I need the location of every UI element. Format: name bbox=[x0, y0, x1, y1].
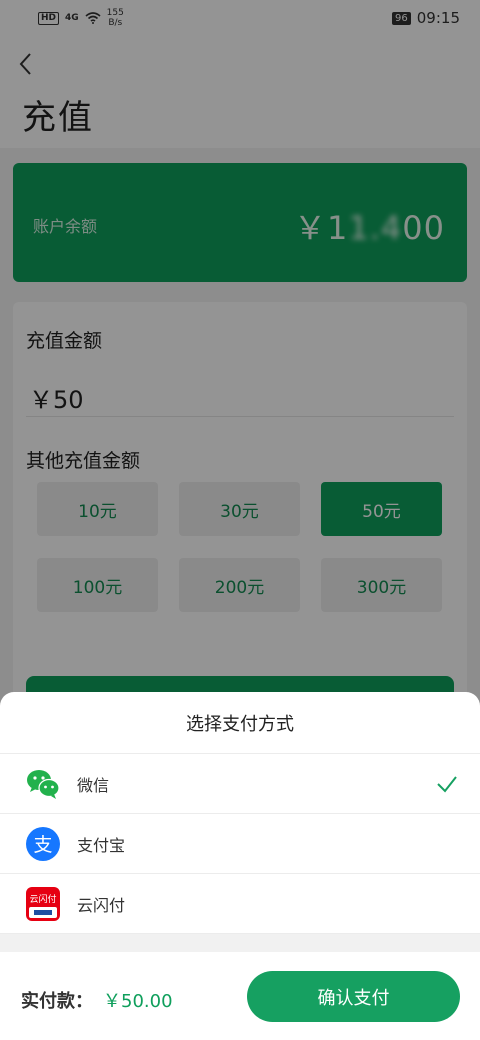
sheet-divider bbox=[0, 934, 480, 952]
payment-option-alipay[interactable]: 支 支付宝 bbox=[0, 814, 480, 874]
alipay-icon: 支 bbox=[26, 826, 60, 861]
total-label: 实付款： bbox=[21, 991, 93, 1012]
total-amount: ￥50.00 bbox=[103, 991, 173, 1012]
unionpay-icon-text: 云闪付 bbox=[29, 894, 56, 905]
unionpay-icon: 云闪付 bbox=[26, 886, 60, 921]
check-icon bbox=[437, 775, 457, 793]
sheet-title: 选择支付方式 bbox=[0, 692, 480, 754]
payment-name-wechat: 微信 bbox=[77, 775, 110, 795]
payment-option-wechat[interactable]: 微信 bbox=[0, 754, 480, 814]
payment-footer: 实付款： ￥50.00 确认支付 bbox=[0, 952, 480, 1040]
wechat-icon bbox=[27, 769, 60, 799]
payment-name-alipay: 支付宝 bbox=[77, 835, 126, 855]
payment-name-unionpay: 云闪付 bbox=[77, 895, 126, 915]
alipay-icon-text: 支 bbox=[33, 834, 52, 856]
confirm-pay-button[interactable]: 确认支付 bbox=[247, 971, 460, 1022]
payment-option-unionpay[interactable]: 云闪付 云闪付 bbox=[0, 874, 480, 934]
